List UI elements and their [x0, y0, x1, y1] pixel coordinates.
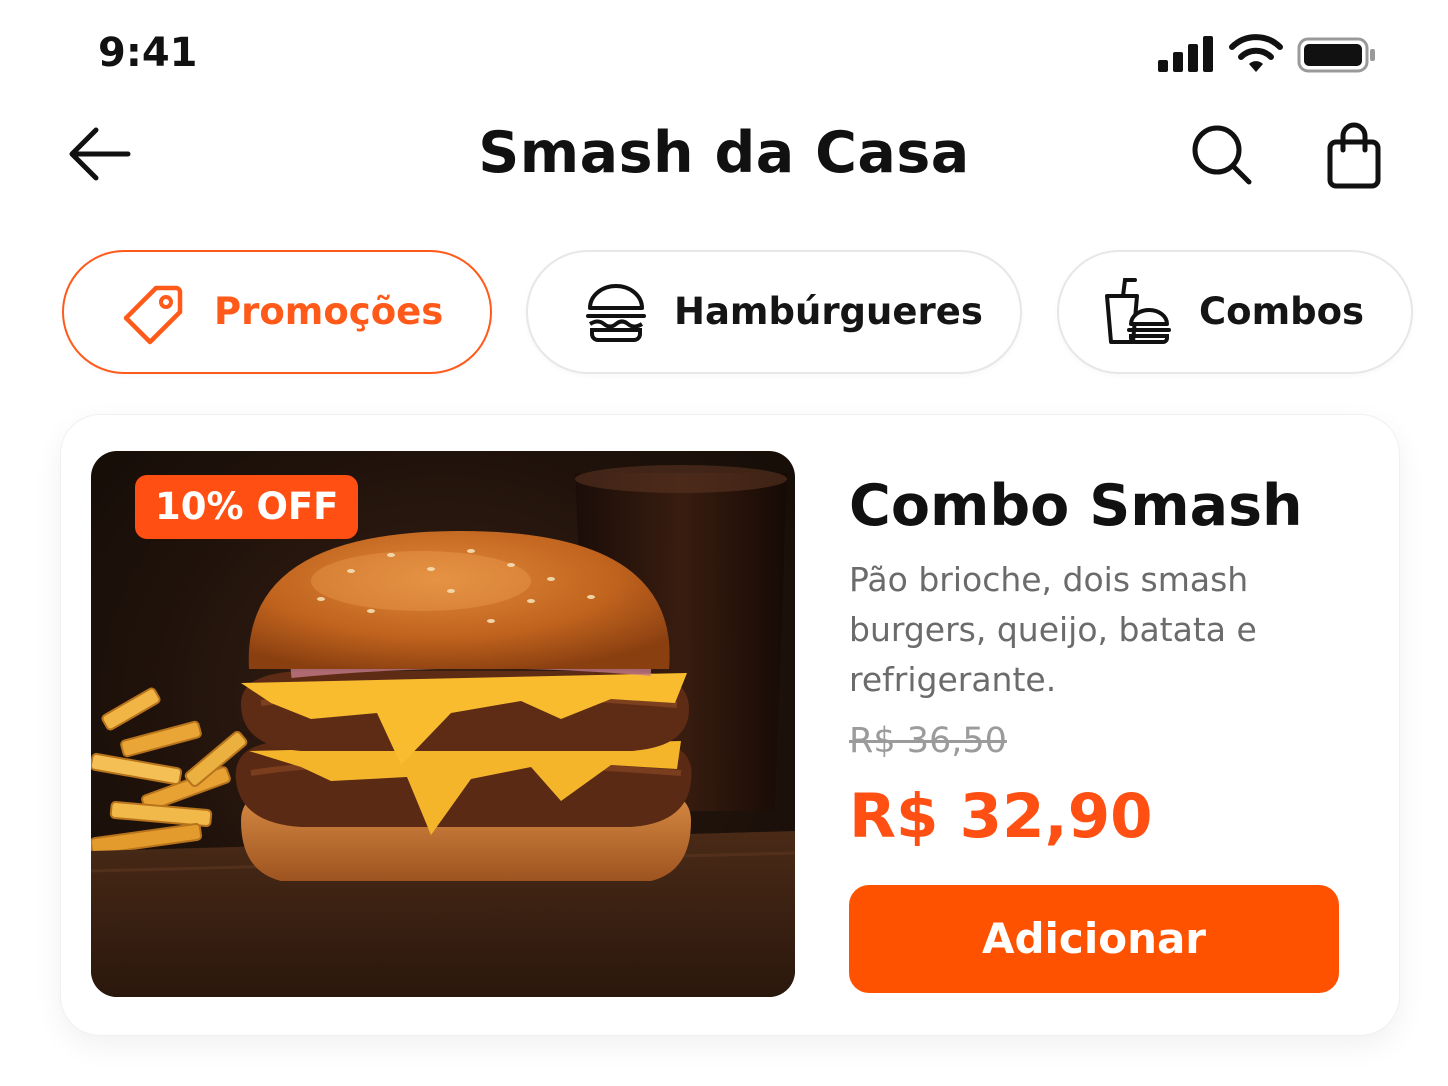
chip-label: Hambúrgueres: [674, 290, 983, 333]
category-chip-promocoes[interactable]: Promoções: [62, 250, 492, 374]
cellular-signal-icon: [1158, 36, 1213, 72]
status-icons: [1150, 32, 1380, 78]
search-button[interactable]: [1185, 118, 1257, 190]
category-chip-combos[interactable]: Combos: [1057, 250, 1413, 374]
chip-label: Combos: [1199, 290, 1365, 333]
category-chip-hamburgueres[interactable]: Hambúrgueres: [526, 250, 1022, 374]
add-to-cart-button[interactable]: Adicionar: [849, 885, 1339, 993]
product-image: 10% OFF: [91, 451, 795, 997]
top-app-bar: Smash da Casa: [0, 108, 1448, 200]
chip-label: Promoções: [214, 290, 444, 333]
original-price: R$ 36,50: [849, 721, 1007, 761]
discounted-price: R$ 32,90: [849, 781, 1153, 852]
search-icon: [1192, 125, 1252, 185]
drink-burger-icon: [1105, 278, 1171, 344]
product-title: Combo Smash: [849, 473, 1303, 539]
tag-icon: [123, 285, 183, 345]
shopping-bag-icon: [1327, 122, 1381, 189]
battery-icon: [1297, 37, 1375, 73]
cart-button[interactable]: [1318, 118, 1390, 190]
discount-badge: 10% OFF: [135, 475, 359, 539]
wifi-icon: [1229, 34, 1283, 72]
product-description: Pão brioche, dois smash burgers, queijo,…: [849, 560, 1257, 699]
status-bar: 9:41: [0, 0, 1448, 100]
status-time: 9:41: [98, 30, 198, 76]
product-card[interactable]: 10% OFF Combo Smash Pão brioche, dois sm…: [60, 414, 1400, 1036]
burger-icon: [586, 284, 646, 342]
